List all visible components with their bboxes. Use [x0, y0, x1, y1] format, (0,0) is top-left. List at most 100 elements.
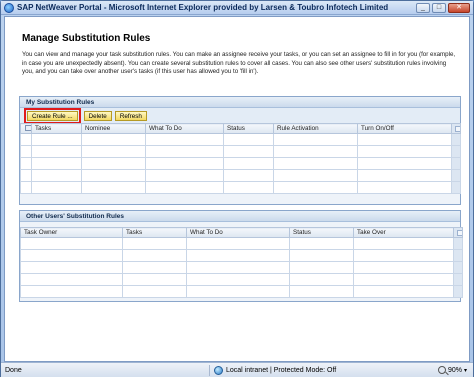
- column-header[interactable]: Status: [289, 227, 354, 238]
- scrollbar-track[interactable]: [451, 169, 461, 182]
- column-header[interactable]: Status: [223, 123, 274, 134]
- table-cell: [145, 169, 224, 182]
- table-row[interactable]: [20, 133, 461, 146]
- refresh-button[interactable]: Refresh: [114, 110, 147, 121]
- panel-heading: Other Users' Substitution Rules: [20, 211, 460, 222]
- table-cell: [223, 157, 274, 170]
- column-header[interactable]: Tasks: [122, 227, 187, 238]
- column-header[interactable]: Tasks: [31, 123, 82, 134]
- column-header[interactable]: What To Do: [145, 123, 224, 134]
- select-all-icon[interactable]: [25, 124, 31, 131]
- table-cell: [289, 273, 354, 286]
- table-cell: [223, 133, 274, 146]
- table-cell: [186, 261, 290, 274]
- table-cell: [20, 237, 123, 250]
- table-row[interactable]: [20, 285, 463, 298]
- title-bar: SAP NetWeaver Portal - Microsoft Interne…: [1, 1, 473, 15]
- chevron-down-icon[interactable]: ▾: [464, 367, 467, 374]
- table-cell: [145, 133, 224, 146]
- scroll-up-icon[interactable]: [457, 229, 462, 236]
- column-header[interactable]: Take Over: [353, 227, 454, 238]
- table-cell: [20, 273, 123, 286]
- table-cell: [273, 145, 358, 158]
- table-cell: [186, 273, 290, 286]
- table-cell: [357, 169, 452, 182]
- close-button[interactable]: ✕: [448, 3, 470, 13]
- table-cell: [20, 169, 32, 182]
- table-cell: [353, 261, 454, 274]
- status-bar: Done Local intranet | Protected Mode: Of…: [1, 362, 473, 377]
- window-controls: _ □ ✕: [416, 3, 470, 13]
- table-row[interactable]: [20, 157, 461, 170]
- scrollbar-top[interactable]: [453, 227, 463, 238]
- zone-label: Local intranet | Protected Mode: Off: [226, 366, 337, 374]
- scrollbar-track[interactable]: [451, 181, 461, 194]
- table-cell: [20, 261, 123, 274]
- scrollbar-track[interactable]: [451, 133, 461, 146]
- table-cell: [81, 157, 146, 170]
- table-cell: [223, 145, 274, 158]
- status-text: Done: [5, 366, 22, 374]
- page-content: Manage Substitution Rules You can view a…: [4, 16, 470, 362]
- table-row[interactable]: [20, 261, 463, 274]
- select-all-cell[interactable]: [20, 123, 32, 134]
- scroll-up-icon[interactable]: [455, 125, 460, 132]
- table-cell: [31, 181, 82, 194]
- scrollbar-top[interactable]: [451, 123, 461, 134]
- scrollbar-track[interactable]: [453, 261, 463, 274]
- column-header[interactable]: Task Owner: [20, 227, 123, 238]
- table-cell: [145, 181, 224, 194]
- table-cell: [81, 169, 146, 182]
- scrollbar-track[interactable]: [453, 285, 463, 298]
- table-row[interactable]: [20, 181, 461, 194]
- table-cell: [357, 181, 452, 194]
- my-rules-grid: Tasks Nominee What To Do Status Rule Act…: [20, 123, 461, 194]
- table-cell: [122, 261, 187, 274]
- table-cell: [353, 273, 454, 286]
- column-header[interactable]: Nominee: [81, 123, 146, 134]
- page-title: Manage Substitution Rules: [22, 33, 151, 44]
- table-cell: [273, 157, 358, 170]
- other-rules-grid: Task Owner Tasks What To Do Status Take …: [20, 227, 463, 298]
- maximize-button[interactable]: □: [432, 3, 446, 13]
- table-row[interactable]: [20, 273, 463, 286]
- table-cell: [81, 133, 146, 146]
- table-cell: [122, 273, 187, 286]
- minimize-button[interactable]: _: [416, 3, 430, 13]
- table-cell: [273, 169, 358, 182]
- my-substitution-rules-panel: My Substitution Rules Create Rule ... De…: [19, 96, 461, 205]
- scrollbar-track[interactable]: [451, 145, 461, 158]
- globe-icon: [214, 365, 223, 375]
- table-cell: [273, 181, 358, 194]
- table-row[interactable]: [20, 169, 461, 182]
- description-line: you, and you can take over another user'…: [22, 68, 259, 76]
- table-cell: [289, 237, 354, 250]
- column-header[interactable]: Turn On/Off: [357, 123, 452, 134]
- table-row[interactable]: [20, 237, 463, 250]
- table-cell: [31, 145, 82, 158]
- table-cell: [31, 133, 82, 146]
- table-cell: [289, 249, 354, 262]
- table-row[interactable]: [20, 249, 463, 262]
- rules-toolbar: Create Rule ... Delete Refresh: [20, 107, 460, 124]
- status-divider: [209, 364, 210, 376]
- table-cell: [273, 133, 358, 146]
- zoom-control[interactable]: 90% ▾: [437, 366, 467, 374]
- delete-button[interactable]: Delete: [83, 110, 112, 121]
- table-cell: [20, 285, 123, 298]
- table-cell: [357, 133, 452, 146]
- scrollbar-track[interactable]: [451, 157, 461, 170]
- table-cell: [186, 237, 290, 250]
- create-rule-highlight: Create Rule ...: [24, 107, 81, 124]
- create-rule-button[interactable]: Create Rule ...: [27, 110, 78, 121]
- zoom-level: 90%: [447, 366, 462, 374]
- security-zone[interactable]: Local intranet | Protected Mode: Off: [214, 365, 337, 375]
- column-header[interactable]: Rule Activation: [273, 123, 358, 134]
- table-cell: [145, 145, 224, 158]
- table-cell: [20, 249, 123, 262]
- scrollbar-track[interactable]: [453, 249, 463, 262]
- table-row[interactable]: [20, 145, 461, 158]
- column-header[interactable]: What To Do: [186, 227, 290, 238]
- scrollbar-track[interactable]: [453, 273, 463, 286]
- scrollbar-track[interactable]: [453, 237, 463, 250]
